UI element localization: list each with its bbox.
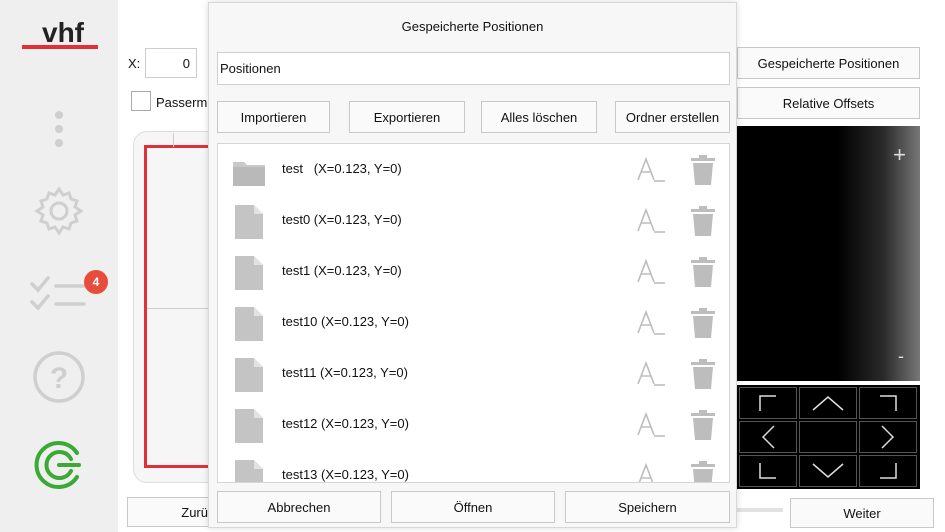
file-icon [232, 408, 266, 444]
rename-icon[interactable] [636, 360, 666, 388]
file-icon [232, 459, 266, 482]
rename-icon[interactable] [636, 258, 666, 286]
list-item-label: test12 (X=0.123, Y=0) [282, 416, 409, 431]
svg-text:?: ? [50, 362, 68, 395]
jog-pad [737, 385, 920, 489]
list-item[interactable]: test1 (X=0.123, Y=0) [218, 246, 729, 297]
jog-right-button[interactable] [859, 421, 917, 453]
help-icon[interactable]: ? [30, 348, 88, 406]
logo-text: vhf [42, 18, 85, 48]
rename-icon[interactable] [636, 462, 666, 482]
trash-icon[interactable] [690, 205, 716, 237]
x-label: X: [128, 56, 141, 71]
list-item-label: test13 (X=0.123, Y=0) [282, 467, 409, 482]
export-button[interactable]: Exportieren [349, 101, 465, 133]
file-icon [232, 255, 266, 291]
trash-icon[interactable] [690, 256, 716, 288]
list-item-label: test1 (X=0.123, Y=0) [282, 263, 402, 278]
trash-icon[interactable] [690, 358, 716, 390]
vhf-logo: vhf [22, 17, 102, 54]
jog-left-button[interactable] [739, 421, 797, 453]
file-icon [232, 204, 266, 240]
save-button[interactable]: Speichern [565, 491, 730, 523]
list-item-label: test0 (X=0.123, Y=0) [282, 212, 402, 227]
jog-down-left-button[interactable] [739, 455, 797, 487]
settings-gear-icon[interactable] [30, 182, 88, 240]
trash-icon[interactable] [690, 460, 716, 482]
sidebar: vhf 4 ? [0, 0, 118, 532]
import-button[interactable]: Importieren [217, 101, 330, 133]
list-item[interactable]: test13 (X=0.123, Y=0) [218, 450, 729, 482]
file-icon [232, 357, 266, 393]
trash-icon[interactable] [690, 154, 716, 186]
jog-down-right-button[interactable] [859, 455, 917, 487]
jog-up-left-button[interactable] [739, 387, 797, 419]
trash-icon[interactable] [690, 307, 716, 339]
dialog-title: Gespeicherte Positionen [401, 19, 544, 34]
saved-positions-dialog: Gespeicherte Positionen Positionen Impor… [208, 2, 737, 528]
x-input[interactable]: 0 [145, 48, 197, 78]
zoom-in-button[interactable]: + [893, 142, 906, 168]
rename-icon[interactable] [636, 156, 666, 184]
preview-grid-line [173, 133, 174, 147]
jog-up-button[interactable] [799, 387, 857, 419]
file-icon [232, 306, 266, 342]
rename-icon[interactable] [636, 411, 666, 439]
folder-icon [232, 153, 266, 189]
vhf-brand-icon[interactable] [30, 436, 88, 494]
trash-icon[interactable] [690, 409, 716, 441]
workpiece-outline [144, 145, 214, 468]
zoom-out-button[interactable]: - [898, 346, 904, 367]
list-item-label: test11 (X=0.123, Y=0) [282, 365, 408, 380]
passermarke-checkbox[interactable] [131, 91, 151, 111]
notification-badge: 4 [84, 270, 108, 294]
saved-positions-button[interactable]: Gespeicherte Positionen [737, 47, 920, 79]
list-item-label: test10 (X=0.123, Y=0) [282, 314, 409, 329]
rename-icon[interactable] [636, 207, 666, 235]
next-button[interactable]: Weiter [790, 498, 934, 528]
cancel-button[interactable]: Abbrechen [217, 491, 381, 523]
list-item[interactable]: test0 (X=0.123, Y=0) [218, 195, 729, 246]
back-button[interactable]: Zurü [127, 497, 217, 527]
menu-dots-icon[interactable] [30, 100, 88, 158]
open-button[interactable]: Öffnen [391, 491, 555, 523]
checkbox-label: Passerm [156, 95, 208, 110]
camera-view[interactable]: + - [737, 126, 920, 381]
progress-track [737, 508, 783, 512]
list-item[interactable]: test (X=0.123, Y=0) [218, 144, 729, 195]
positions-list: test (X=0.123, Y=0) test0 (X=0.123, Y=0) t… [217, 143, 730, 483]
jog-down-button[interactable] [799, 455, 857, 487]
clear-all-button[interactable]: Alles löschen [481, 101, 597, 133]
task-list-icon[interactable] [30, 266, 88, 324]
rename-icon[interactable] [636, 309, 666, 337]
jog-up-right-button[interactable] [859, 387, 917, 419]
list-item[interactable]: test12 (X=0.123, Y=0) [218, 399, 729, 450]
create-folder-button[interactable]: Ordner erstellen [615, 101, 730, 133]
relative-offsets-button[interactable]: Relative Offsets [737, 87, 920, 119]
jog-center [799, 421, 857, 453]
position-name-input[interactable]: Positionen [217, 52, 730, 85]
preview-grid-line [147, 308, 213, 309]
list-item-label: test (X=0.123, Y=0) [282, 161, 402, 176]
list-item[interactable]: test10 (X=0.123, Y=0) [218, 297, 729, 348]
list-item[interactable]: test11 (X=0.123, Y=0) [218, 348, 729, 399]
